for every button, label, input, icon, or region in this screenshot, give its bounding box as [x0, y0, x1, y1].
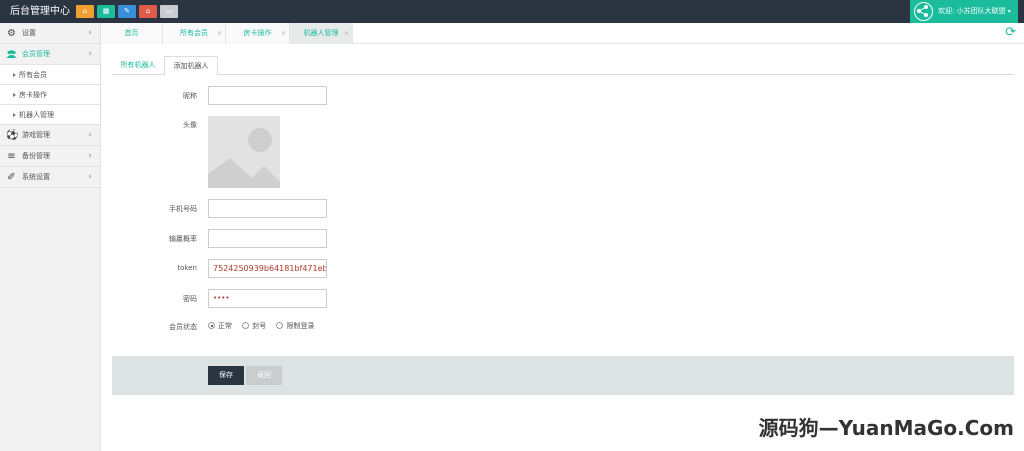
sidebar-item-label: 设置: [22, 29, 36, 37]
chevron-right-icon: ›: [88, 49, 92, 59]
phone-label: 手机号码: [169, 205, 197, 213]
sidebar-item-label: 系统设置: [22, 173, 50, 181]
sidebar-sub-all-members[interactable]: 所有会员: [0, 65, 100, 85]
sidebar-sub-robot-management[interactable]: 机器人管理: [0, 105, 100, 125]
edit-icon: ✎: [124, 7, 130, 15]
image-placeholder-icon: [208, 116, 280, 188]
token-input[interactable]: 7524250939b64181bf471eb79: [208, 259, 327, 278]
soccer-ball-icon: ⚽: [6, 130, 19, 141]
database-icon: ≡: [7, 151, 16, 162]
status-option-restricted[interactable]: 限制登录: [276, 322, 314, 330]
token-label: token: [177, 264, 197, 272]
top-bar: 后台管理中心 ⌂ ▦ ✎ ⌂ ▭ 欢迎: 小苏团队大联盟 ▾: [0, 0, 1024, 23]
sidebar-item-games[interactable]: ⚽ 游戏管理 ›: [0, 125, 100, 146]
quick-card-button[interactable]: ▭: [160, 5, 178, 18]
tab-robot-management[interactable]: 机器人管理 ×: [290, 23, 353, 44]
quick-edit-button[interactable]: ✎: [118, 5, 136, 18]
sidebar-item-backup[interactable]: ≡ 备份管理 ›: [0, 146, 100, 167]
content-tab-bar: 所有机器人 添加机器人: [112, 56, 1014, 76]
phone-input[interactable]: [208, 199, 327, 218]
sidebar: ⚙ 设置 › 会员管理 › 所有会员 房卡操作 机器人管理 ⚽ 游戏管理 › ≡…: [0, 23, 101, 451]
sidebar-item-system[interactable]: ✐ 系统设置 ›: [0, 167, 100, 188]
refresh-icon[interactable]: ⟳: [1005, 26, 1016, 40]
radio-icon: [242, 322, 250, 329]
nickname-label: 昵称: [183, 92, 197, 100]
status-option-banned[interactable]: 封号: [242, 322, 266, 330]
sidebar-item-settings[interactable]: ⚙ 设置 ›: [0, 23, 100, 44]
form-action-bar: 保存 返回: [112, 356, 1014, 395]
cogs-icon: ⚙: [7, 28, 16, 39]
close-icon[interactable]: ×: [344, 23, 349, 44]
tab-home[interactable]: 首页: [101, 23, 163, 44]
avatar-label: 头像: [183, 121, 197, 129]
sidebar-item-label: 备份管理: [22, 152, 50, 160]
chevron-right-icon: ›: [88, 151, 92, 161]
house-icon: ⌂: [145, 7, 151, 15]
users-icon: [6, 49, 17, 60]
caret-down-icon: ▾: [1007, 8, 1011, 15]
close-icon[interactable]: ×: [217, 23, 222, 44]
share-icon: [914, 2, 933, 21]
sidebar-item-members[interactable]: 会员管理 ›: [0, 44, 100, 65]
avatar-upload[interactable]: [208, 116, 280, 188]
tab-room-cards[interactable]: 房卡操作 ×: [226, 23, 290, 44]
back-button[interactable]: 返回: [246, 366, 282, 385]
tab-all-members[interactable]: 所有会员 ×: [163, 23, 226, 44]
close-icon[interactable]: ×: [281, 23, 286, 44]
password-input[interactable]: ••••: [208, 289, 327, 308]
chevron-right-icon: ›: [88, 28, 92, 38]
quick-grid-button[interactable]: ▦: [97, 5, 115, 18]
watermark: 源码狗—YuanMaGo.Com: [758, 416, 1014, 440]
page-tab-bar: 首页 所有会员 × 房卡操作 × 机器人管理 × ⟳: [101, 23, 1024, 44]
sidebar-item-label: 游戏管理: [22, 131, 50, 139]
status-radio-group: 正常 封号 限制登录: [208, 321, 322, 331]
winrate-input[interactable]: [208, 229, 327, 248]
tab-add-robot[interactable]: 添加机器人: [164, 56, 218, 76]
user-greeting: 欢迎: 小苏团队大联盟 ▾: [938, 7, 1011, 15]
card-icon: ▭: [165, 7, 173, 15]
user-menu[interactable]: 欢迎: 小苏团队大联盟 ▾: [910, 0, 1018, 23]
quick-house-button[interactable]: ⌂: [139, 5, 157, 18]
tab-all-robots[interactable]: 所有机器人: [112, 56, 164, 75]
grid-icon: ▦: [102, 7, 110, 15]
radio-icon: [276, 322, 284, 329]
home-icon: ⌂: [82, 7, 88, 15]
status-option-normal[interactable]: 正常: [208, 322, 232, 330]
nickname-input[interactable]: [208, 86, 327, 105]
chevron-right-icon: ›: [88, 130, 92, 140]
quick-home-button[interactable]: ⌂: [76, 5, 94, 18]
password-label: 密码: [183, 295, 197, 303]
sidebar-item-label: 会员管理: [22, 50, 50, 58]
status-label: 会员状态: [169, 323, 197, 331]
chevron-right-icon: ›: [88, 172, 92, 182]
brand-title: 后台管理中心: [10, 6, 70, 17]
sidebar-sub-room-cards[interactable]: 房卡操作: [0, 85, 100, 105]
plug-icon: ✐: [7, 172, 16, 183]
save-button[interactable]: 保存: [208, 366, 244, 385]
winrate-label: 输赢概率: [169, 235, 197, 243]
radio-checked-icon: [208, 322, 215, 329]
